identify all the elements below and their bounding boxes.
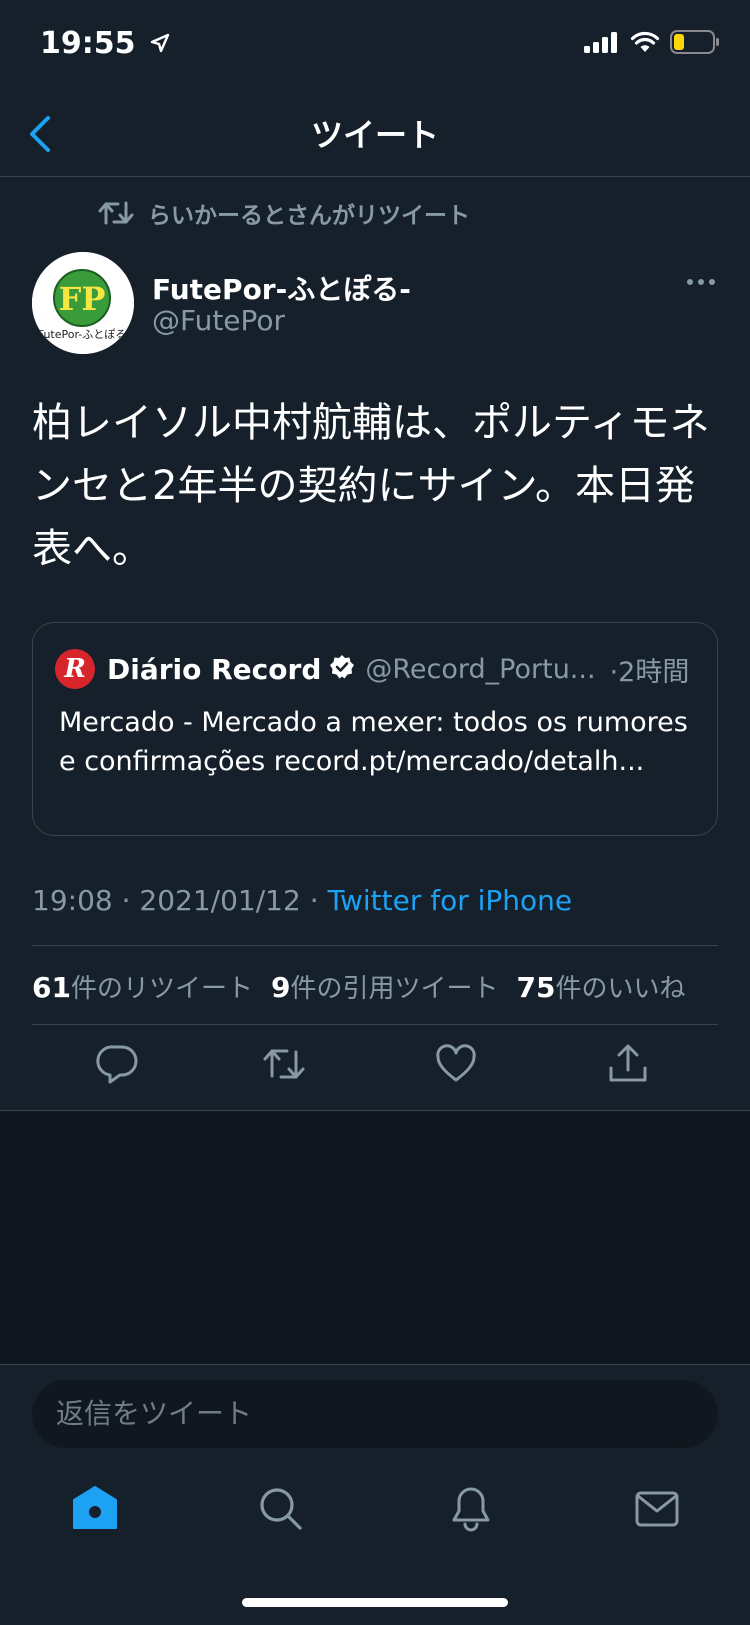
bell-icon (452, 1487, 490, 1532)
likes-label: 件のいいね (555, 974, 686, 1004)
share-icon (609, 1044, 647, 1082)
avatar[interactable]: FP FutePor-ふとぽる (32, 252, 134, 354)
home-icon (73, 1486, 117, 1529)
share-button[interactable] (606, 1042, 650, 1086)
quoted-avatar-letter: R (64, 654, 86, 684)
author-handle[interactable]: @FutePor (152, 304, 285, 337)
quoted-avatar: R (55, 649, 95, 689)
divider (32, 945, 718, 946)
tweet-time: 19:08 (32, 884, 113, 917)
more-button[interactable] (686, 272, 716, 291)
quotes-stat[interactable]: 9件の引用ツイート (270, 971, 499, 1004)
tweet-source-link[interactable]: Twitter for iPhone (328, 884, 573, 917)
author-name[interactable]: FutePor-ふとぽる- (152, 268, 411, 308)
location-arrow-icon (150, 26, 170, 61)
retweet-context-label: らいかーるとさんがリツイート (148, 203, 470, 229)
likes-stat[interactable]: 75件のいいね (516, 971, 686, 1004)
tweet-date: 2021/01/12 (139, 884, 301, 917)
divider (32, 1024, 718, 1025)
tab-notifications[interactable] (446, 1484, 496, 1534)
empty-area (0, 1111, 750, 1364)
quoted-author-handle: @Record_Portu... (365, 653, 596, 685)
reply-button[interactable] (96, 1042, 140, 1086)
home-indicator (242, 1598, 508, 1607)
heart-icon (436, 1044, 476, 1082)
search-icon (260, 1488, 302, 1530)
retweet-context[interactable]: らいかーるとさんがリツイート (98, 196, 470, 230)
avatar-initials: FP (59, 280, 106, 318)
battery-icon (670, 30, 719, 54)
meta-separator: · (300, 884, 328, 917)
likes-count: 75 (516, 971, 556, 1004)
page-title: ツイート (310, 116, 439, 154)
tweet-stats: 61件のリツイート 9件の引用ツイート 75件のいいね (32, 968, 685, 1005)
retweet-icon (263, 1049, 305, 1079)
retweets-count: 61 (32, 971, 71, 1004)
status-time: 19:55 (40, 26, 170, 61)
tab-bar (0, 1484, 750, 1544)
tab-search[interactable] (256, 1484, 306, 1534)
quoted-tweet-text: Mercado - Mercado a mexer: todos os rumo… (59, 707, 688, 777)
nav-bar: ツイート (0, 90, 750, 177)
like-button[interactable] (434, 1042, 478, 1086)
quoted-tweet[interactable]: R Diário Record @Record_Portu... ·2時間 Me… (32, 622, 718, 836)
status-icons (584, 30, 720, 54)
verified-badge-icon (329, 654, 355, 684)
tab-home[interactable] (70, 1484, 120, 1534)
futepor-logo: FP FutePor-ふとぽる (32, 252, 134, 354)
retweet-button[interactable] (262, 1042, 306, 1086)
retweets-stat[interactable]: 61件のリツイート (32, 971, 253, 1004)
cellular-signal-icon (584, 32, 617, 53)
quotes-label: 件の引用ツイート (290, 974, 499, 1004)
quotes-count: 9 (270, 971, 291, 1004)
retweets-label: 件のリツイート (70, 974, 253, 1004)
mail-icon (635, 1491, 679, 1527)
tab-messages[interactable] (632, 1484, 682, 1534)
meta-separator: · (112, 884, 140, 917)
quoted-tweet-time: ·2時間 (609, 656, 690, 688)
wifi-icon (630, 31, 660, 52)
quoted-author-name: Diário Record (107, 652, 322, 686)
avatar-caption: FutePor-ふとぽる (38, 328, 127, 341)
quoted-tweet-header: R Diário Record @Record_Portu... ·2時間 (55, 649, 695, 689)
tweet-text: 柏レイソル中村航輔は、ポルティモネンセと2年半の契約にサイン。本日発表へ。 (32, 400, 710, 572)
status-bar: 19:55 (0, 0, 750, 90)
tweet-meta: 19:08 · 2021/01/12 · Twitter for iPhone (32, 884, 572, 917)
status-time-text: 19:55 (40, 26, 136, 61)
reply-icon (96, 1045, 138, 1084)
more-horizontal-icon (687, 279, 715, 285)
tweet-actions (0, 1042, 750, 1092)
retweet-icon (98, 201, 134, 225)
reply-input[interactable]: 返信をツイート (32, 1380, 718, 1448)
